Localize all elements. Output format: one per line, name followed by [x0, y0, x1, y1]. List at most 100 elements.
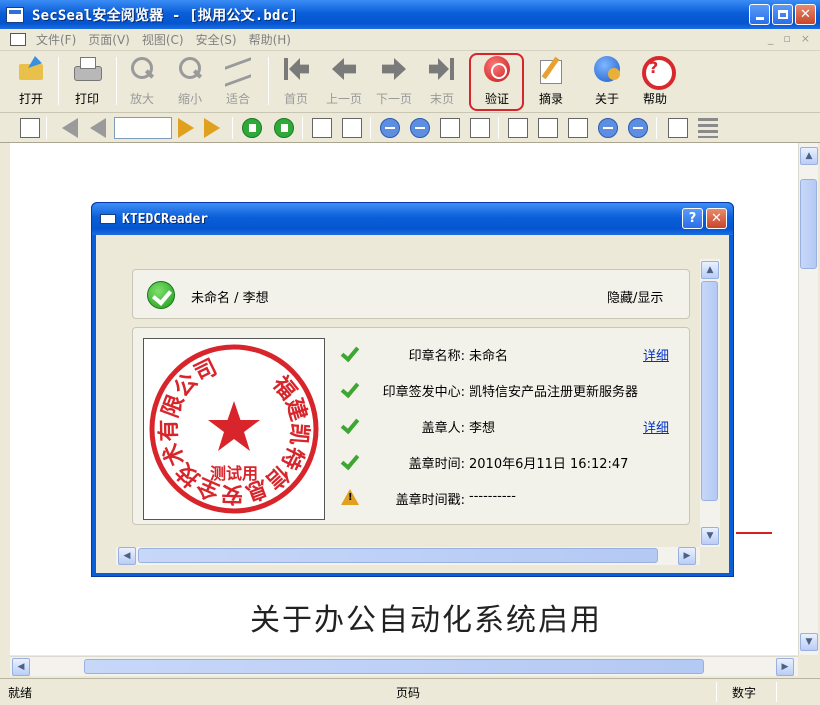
bookmark-icon[interactable] [20, 118, 40, 138]
prev-page-button[interactable]: 上一页 [320, 53, 368, 111]
prev-page-icon [329, 54, 359, 84]
scroll-right-button[interactable]: ▶ [776, 658, 794, 676]
scroll-left-button[interactable]: ◀ [12, 658, 30, 676]
dialog-help-button[interactable]: ? [682, 208, 703, 229]
last-page-small-icon[interactable] [204, 118, 220, 138]
menu-bar: 文件(F) 页面(V) 视图(C) 安全(S) 帮助(H) _ ▫ × [0, 29, 820, 51]
horizontal-scroll-thumb[interactable] [84, 659, 704, 674]
about-button[interactable]: 关于 [584, 53, 630, 111]
help-icon [640, 54, 676, 90]
continuous-page-icon[interactable] [698, 118, 718, 138]
maximize-button[interactable] [772, 4, 793, 25]
row-label: 印章签发中心: [382, 385, 465, 400]
magnify-in-icon[interactable] [598, 118, 618, 138]
signer-row: 盖章人: 李想 详细 [333, 416, 689, 436]
menu-view[interactable]: 视图(C) [142, 31, 184, 48]
zoom-out-small-icon[interactable] [410, 118, 430, 138]
mdi-minimize-icon[interactable]: _ [768, 32, 774, 45]
fit-page-icon[interactable] [470, 118, 490, 138]
row-value: 2010年6月11日 16:12:47 [469, 457, 629, 472]
page-number-input[interactable] [114, 117, 172, 139]
check-icon [341, 382, 357, 398]
dialog-close-button[interactable]: ✕ [706, 208, 727, 229]
status-page: 页码 [396, 686, 421, 700]
dialog-scroll-up-button[interactable]: ▲ [701, 261, 719, 279]
zoom-in-button[interactable]: 放大 [120, 53, 164, 111]
back-icon[interactable] [242, 118, 262, 138]
zoom-in-small-icon[interactable] [380, 118, 400, 138]
text-select-icon[interactable] [538, 118, 558, 138]
dialog-scroll-down-button[interactable]: ▼ [701, 527, 719, 545]
rotate-left-icon[interactable] [312, 118, 332, 138]
prev-page-small-icon[interactable] [90, 118, 106, 138]
document-icon[interactable] [10, 33, 26, 46]
vertical-scroll-thumb[interactable] [800, 179, 817, 269]
rotate-right-icon[interactable] [342, 118, 362, 138]
pen-note-icon [536, 54, 566, 84]
zoom-out-button[interactable]: 缩小 [168, 53, 212, 111]
menu-security[interactable]: 安全(S) [196, 31, 237, 48]
toolbar-divider [656, 117, 657, 139]
hand-tool-icon[interactable] [508, 118, 528, 138]
next-page-button[interactable]: 下一页 [370, 53, 418, 111]
row-label: 盖章时间戳: [395, 493, 465, 508]
magnify-out-icon[interactable] [628, 118, 648, 138]
last-page-button[interactable]: 末页 [420, 53, 464, 111]
fit-button[interactable]: 适合 [216, 53, 260, 111]
signer-name: 未命名 / 李想 [191, 291, 269, 306]
zoom-in-label: 放大 [129, 92, 154, 106]
timestamp-row: 盖章时间戳: ---------- [333, 488, 689, 508]
dialog-scroll-left-button[interactable]: ◀ [118, 547, 136, 565]
snapshot-icon[interactable] [568, 118, 588, 138]
about-icon [592, 54, 622, 84]
seal-center-text: 测试用 [210, 464, 258, 483]
dialog-app-icon [100, 214, 116, 224]
first-page-button[interactable]: 首页 [274, 53, 318, 111]
dialog-horizontal-scroll-thumb[interactable] [138, 548, 658, 563]
scroll-down-button[interactable]: ▼ [800, 633, 818, 651]
print-button[interactable]: 打印 [64, 53, 110, 111]
maximize-icon [777, 10, 788, 19]
vertical-scrollbar[interactable]: ▲ ▼ [798, 143, 818, 655]
row-value: ---------- [469, 489, 516, 504]
single-page-icon[interactable] [668, 118, 688, 138]
last-page-label: 末页 [429, 92, 454, 106]
help-button[interactable]: 帮助 [632, 53, 678, 111]
dialog-body: 未命名 / 李想 隐藏/显示 福建凯特信息安全技术有限公司 测试用 印章名称: … [96, 235, 729, 573]
first-page-small-icon[interactable] [62, 118, 78, 138]
status-bar: 就绪 页码 数字 [0, 678, 820, 705]
app-icon [6, 6, 24, 23]
dialog-vertical-scrollbar[interactable]: ▲ ▼ [700, 259, 720, 547]
zoom-in-icon [127, 54, 157, 84]
dialog-vertical-scroll-thumb[interactable] [701, 281, 718, 501]
scroll-up-button[interactable]: ▲ [800, 147, 818, 165]
check-icon [341, 418, 357, 434]
menu-file[interactable]: 文件(F) [36, 31, 76, 48]
open-button[interactable]: 打开 [8, 53, 54, 111]
minimize-icon [755, 17, 764, 20]
check-icon [341, 346, 357, 362]
window-controls: ✕ [749, 4, 816, 25]
menu-help[interactable]: 帮助(H) [249, 31, 291, 48]
seal-detail-link[interactable]: 详细 [643, 345, 669, 364]
open-label: 打开 [18, 92, 43, 106]
next-page-small-icon[interactable] [178, 118, 194, 138]
mdi-close-icon[interactable]: × [801, 32, 810, 45]
abstract-label: 摘录 [538, 92, 563, 106]
dialog-scroll-right-button[interactable]: ▶ [678, 547, 696, 565]
toggle-detail-link[interactable]: 隐藏/显示 [607, 287, 663, 306]
horizontal-scrollbar[interactable]: ◀ ▶ [10, 656, 798, 676]
abstract-button[interactable]: 摘录 [528, 53, 574, 111]
signer-detail-link[interactable]: 详细 [643, 417, 669, 436]
forward-icon[interactable] [274, 118, 294, 138]
dialog-horizontal-scrollbar[interactable]: ◀ ▶ [116, 547, 700, 565]
fit-width-icon[interactable] [440, 118, 460, 138]
menu-page[interactable]: 页面(V) [88, 31, 130, 48]
seal-name-row: 印章名称: 未命名 详细 [333, 344, 689, 364]
minimize-button[interactable] [749, 4, 770, 25]
window-title: SecSeal安全阅览器 - [拟用公文.bdc] [32, 7, 298, 24]
mdi-restore-icon[interactable]: ▫ [783, 32, 790, 45]
close-button[interactable]: ✕ [795, 4, 816, 25]
seal-image: 福建凯特信息安全技术有限公司 测试用 [143, 338, 325, 520]
first-page-icon [281, 54, 311, 84]
